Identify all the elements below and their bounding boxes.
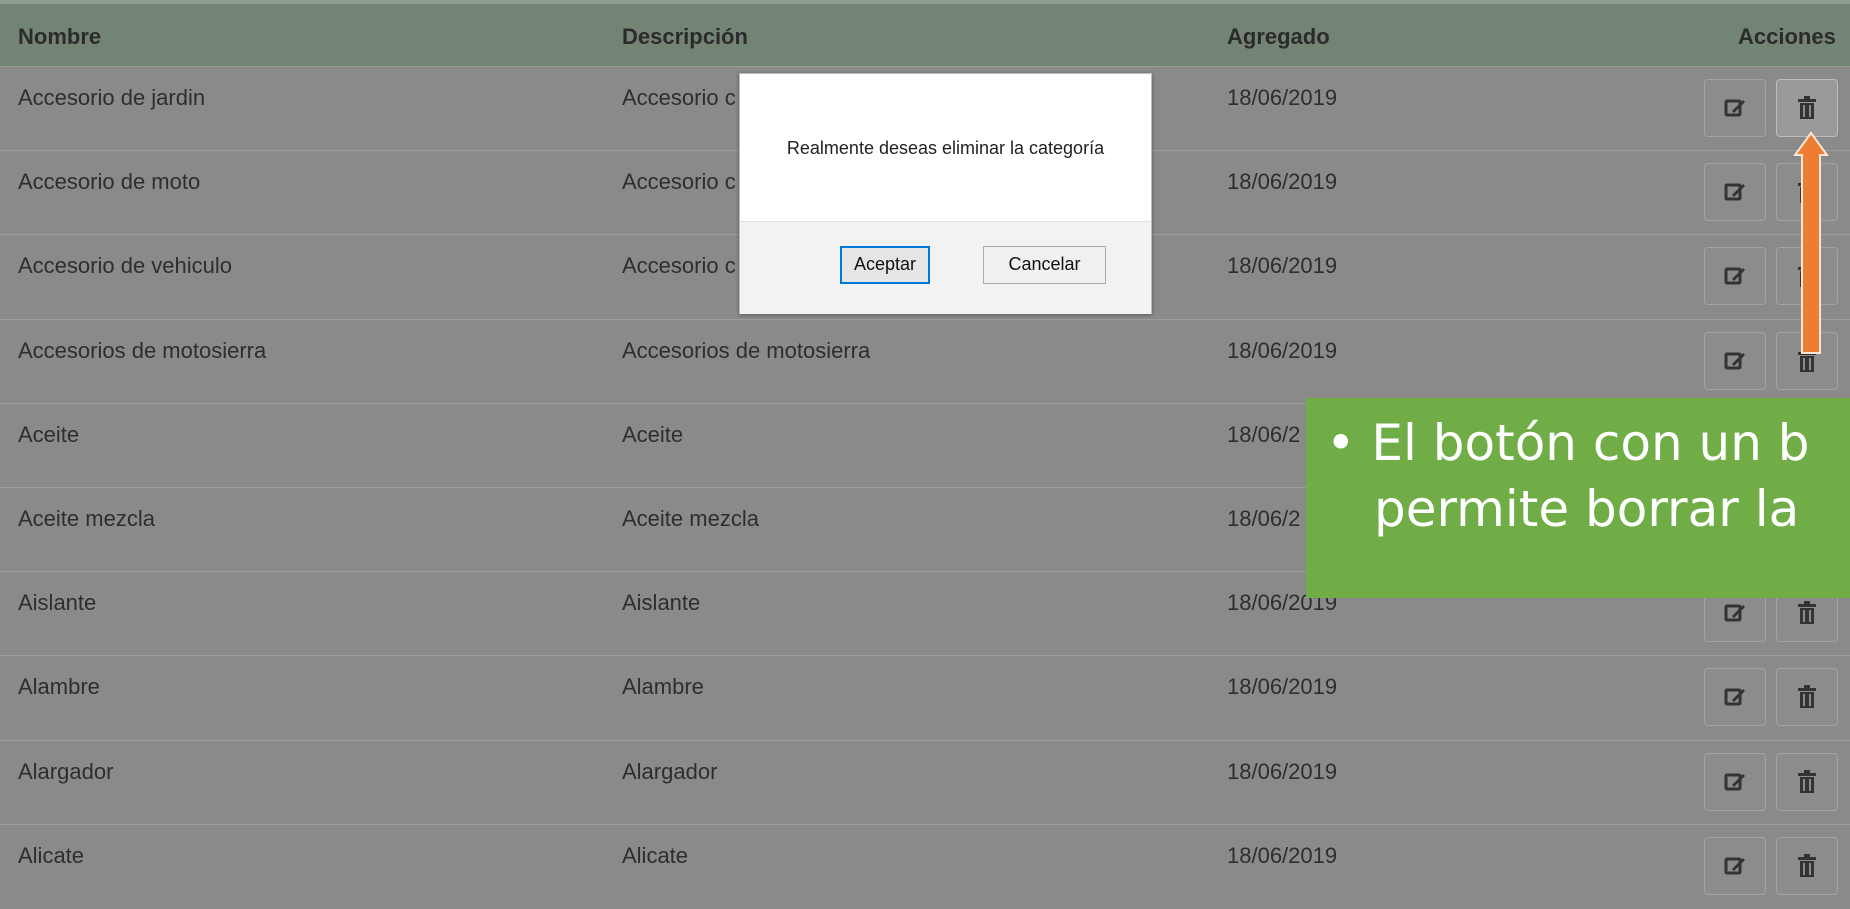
- cell-descripcion: Accesorio c: [622, 169, 736, 195]
- delete-button[interactable]: [1776, 79, 1838, 137]
- cell-descripcion: Accesorios de motosierra: [622, 337, 871, 363]
- cell-descripcion: Alicate: [622, 842, 689, 868]
- cell-nombre: Alambre: [18, 674, 100, 700]
- edit-button[interactable]: [1704, 163, 1766, 222]
- delete-button[interactable]: [1776, 836, 1838, 895]
- table-row: Alargador Alargador 18/06/2019: [0, 739, 1850, 825]
- dialog-footer: Aceptar Cancelar: [740, 221, 1151, 314]
- callout-line-1: • El botón con un b: [1326, 414, 1810, 472]
- dialog-message: Realmente deseas eliminar la categoría: [786, 138, 1105, 158]
- delete-button[interactable]: [1776, 752, 1838, 811]
- arrow-up-icon: [1793, 131, 1829, 354]
- table-header: Nombre Descripción Agregado Acciones: [0, 0, 1850, 66]
- cell-agregado: 18/06/2019: [1227, 169, 1338, 195]
- cell-agregado: 18/06/2019: [1227, 253, 1338, 279]
- callout-box: • El botón con un b permite borrar la: [1306, 398, 1850, 598]
- cell-descripcion: Alargador: [622, 758, 718, 784]
- callout-line-2: permite borrar la: [1374, 480, 1800, 538]
- delete-button[interactable]: [1776, 668, 1838, 727]
- cell-descripcion: Alambre: [622, 674, 704, 700]
- cell-agregado: 18/06/2019: [1227, 842, 1338, 868]
- cell-nombre: Accesorios de motosierra: [18, 337, 267, 363]
- table-row: Alambre Alambre 18/06/2019: [0, 655, 1850, 740]
- cell-nombre: Aceite mezcla: [18, 506, 155, 531]
- cell-agregado: 18/06/2: [1227, 506, 1301, 531]
- table-row: Alicate Alicate 18/06/2019: [0, 823, 1850, 909]
- cell-descripcion: Aislante: [622, 590, 701, 616]
- cell-agregado: 18/06/2019: [1227, 758, 1338, 784]
- cell-descripcion: Aceite: [622, 421, 684, 447]
- cell-nombre: Accesorio de moto: [18, 169, 201, 195]
- edit-button[interactable]: [1704, 247, 1766, 306]
- cell-nombre: Alicate: [18, 842, 85, 868]
- cell-nombre: Aislante: [18, 590, 97, 616]
- header-nombre[interactable]: Nombre: [18, 24, 101, 50]
- confirm-delete-dialog: Realmente deseas eliminar la categoría A…: [739, 73, 1152, 314]
- edit-button[interactable]: [1704, 836, 1766, 895]
- edit-button[interactable]: [1704, 752, 1766, 811]
- cell-agregado: 18/06/2019: [1227, 674, 1338, 700]
- table-row: Accesorios de motosierra Accesorios de mo…: [0, 318, 1850, 404]
- cell-agregado: 18/06/2019: [1227, 337, 1338, 363]
- edit-button[interactable]: [1704, 668, 1766, 727]
- accept-button[interactable]: Aceptar: [840, 246, 930, 284]
- cancel-button[interactable]: Cancelar: [983, 246, 1106, 284]
- cell-nombre: Accesorio de jardin: [18, 85, 206, 110]
- cell-nombre: Aceite: [18, 421, 80, 447]
- cell-nombre: Alargador: [18, 758, 114, 784]
- cell-descripcion: Accesorio c: [622, 253, 736, 279]
- edit-button[interactable]: [1704, 331, 1766, 390]
- header-acciones: Acciones: [1738, 24, 1836, 49]
- header-descripcion[interactable]: Descripción: [622, 24, 748, 50]
- cell-descripcion: Accesorio c: [622, 85, 736, 110]
- edit-button[interactable]: [1704, 79, 1766, 137]
- cell-nombre: Accesorio de vehiculo: [18, 253, 233, 279]
- cell-descripcion: Aceite mezcla: [622, 506, 759, 531]
- header-agregado[interactable]: Agregado: [1227, 24, 1330, 50]
- cell-agregado: 18/06/2: [1227, 421, 1301, 447]
- cell-agregado: 18/06/2019: [1227, 85, 1338, 110]
